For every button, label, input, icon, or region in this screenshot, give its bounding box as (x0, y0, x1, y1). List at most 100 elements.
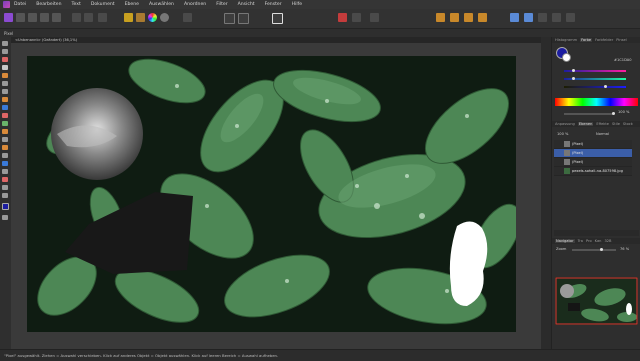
flip-horizontal-icon[interactable] (538, 13, 547, 22)
move-tool-icon[interactable] (84, 13, 93, 22)
view-tool-icon[interactable] (2, 49, 8, 54)
tab-swatches[interactable]: Farbfelder (595, 38, 613, 42)
tab-effects[interactable]: Effekte (596, 122, 609, 126)
menu-ansicht[interactable]: Ansicht (238, 2, 255, 7)
tab-layers[interactable]: Ebenen (577, 122, 594, 126)
snapping-options-icon[interactable] (352, 13, 361, 22)
erase-brush-icon[interactable] (2, 113, 8, 118)
pen-tool-icon[interactable] (2, 169, 8, 174)
menu-datei[interactable]: Datei (14, 2, 26, 7)
navigator-preview[interactable] (555, 277, 638, 325)
transform-icon[interactable] (524, 13, 533, 22)
photo-persona-icon[interactable] (4, 13, 13, 22)
layer-row[interactable]: (Pixel) (554, 140, 632, 149)
menu-filter[interactable]: Filter (216, 2, 227, 7)
arrange-front-icon[interactable] (464, 13, 473, 22)
assistant-icon[interactable] (183, 13, 192, 22)
main-toolbar (0, 9, 640, 29)
tone-mapping-persona-icon[interactable] (40, 13, 49, 22)
tab-channels[interactable]: Kan (595, 239, 602, 243)
arrange-backmost-icon[interactable] (478, 13, 487, 22)
zoom-tool-icon[interactable] (2, 215, 8, 220)
menu-text[interactable]: Text (72, 2, 81, 7)
tab-history[interactable]: Pro (586, 239, 592, 243)
quick-mask-icon[interactable] (272, 13, 283, 24)
primary-color-swatch[interactable] (2, 203, 9, 210)
selection-add-icon[interactable] (238, 13, 249, 24)
rotate-icon[interactable] (566, 13, 575, 22)
text-tool-icon[interactable] (2, 185, 8, 190)
layer-opacity-value[interactable]: 100 % (557, 132, 568, 136)
color-spectrum[interactable] (555, 98, 638, 106)
menu-anordnen[interactable]: Anordnen (184, 2, 206, 7)
blur-brush-icon[interactable] (2, 153, 8, 158)
view-tool-icon[interactable] (72, 13, 81, 22)
tab-navigator[interactable]: Navigator (555, 239, 575, 243)
align-icon[interactable] (510, 13, 519, 22)
history-icon[interactable] (98, 13, 107, 22)
tab-adjustments[interactable]: Anpassung (555, 122, 575, 126)
marquee-tool-icon[interactable] (2, 81, 8, 86)
layer-thumbnail (564, 150, 570, 156)
zoom-label: Zoom (556, 247, 567, 251)
develop-persona-icon[interactable] (28, 13, 37, 22)
color-panel-tabs: Histogramm Farbe Farbfelder Pinsel (552, 37, 640, 43)
red-eye-tool-icon[interactable] (2, 145, 8, 150)
blue-slider[interactable] (554, 82, 639, 91)
auto-colors-icon[interactable] (148, 13, 157, 22)
color-hex-value[interactable]: #1C1DA0 (614, 58, 632, 62)
menu-hilfe[interactable]: Hilfe (292, 2, 302, 7)
selection-mode-icon[interactable] (224, 13, 235, 24)
layer-row[interactable]: (Pixel) (554, 158, 632, 167)
auto-contrast-icon[interactable] (136, 13, 145, 22)
arrange-back-icon[interactable] (436, 13, 445, 22)
document-canvas[interactable] (27, 56, 516, 332)
gradient-tool-icon[interactable] (2, 161, 8, 166)
dodge-brush-icon[interactable] (2, 121, 8, 126)
tab-histogram[interactable]: Histogramm (555, 38, 577, 42)
menu-ebene[interactable]: Ebene (125, 2, 139, 7)
tab-color[interactable]: Farbe (580, 38, 593, 42)
paint-brush-icon[interactable] (2, 97, 8, 102)
layer-row[interactable]: pexels-sohail-na-807598.jpg (554, 167, 632, 176)
auto-white-balance-icon[interactable] (160, 13, 169, 22)
app-logo-icon[interactable] (3, 1, 10, 8)
export-persona-icon[interactable] (52, 13, 61, 22)
right-panel: Histogramm Farbe Farbfelder Pinsel #1C1D… (551, 37, 640, 349)
tab-stock[interactable]: Stock (623, 122, 633, 126)
auto-levels-icon[interactable] (124, 13, 133, 22)
freehand-selection-icon[interactable] (2, 89, 8, 94)
snapping-icon[interactable] (338, 13, 347, 22)
menu-dokument[interactable]: Dokument (91, 2, 115, 7)
fill-tool-icon[interactable] (2, 105, 8, 110)
tab-transform[interactable]: Tra (578, 239, 583, 243)
tab-brushes[interactable]: Pinsel (616, 38, 626, 42)
crop-tool-icon[interactable] (2, 57, 8, 62)
tab-styles[interactable]: Stile (612, 122, 620, 126)
insert-target-icon[interactable] (370, 13, 379, 22)
blend-mode-select[interactable]: Normal (596, 132, 609, 136)
blemish-tool-icon[interactable] (2, 137, 8, 142)
layer-thumbnail (564, 159, 570, 165)
layer-row-selected[interactable]: (Pixel) (554, 149, 632, 158)
flip-vertical-icon[interactable] (552, 13, 561, 22)
shape-tool-icon[interactable] (2, 177, 8, 182)
arrange-forward-icon[interactable] (450, 13, 459, 22)
tab-32bit[interactable]: 32B (604, 239, 611, 243)
zoom-slider[interactable] (572, 248, 616, 251)
color-picker-icon[interactable] (2, 193, 8, 198)
document-tab-bar: <Unbenannt> (Geändert) (36,1%) (11, 37, 541, 43)
menu-fenster[interactable]: Fenster (265, 2, 282, 7)
opacity-slider[interactable]: 100 % (554, 109, 639, 118)
status-bar: "Pixel" ausgewählt. Ziehen = Auswahl ver… (0, 349, 640, 361)
selection-brush-icon[interactable] (2, 65, 8, 70)
document-tab[interactable]: <Unbenannt> (Geändert) (36,1%) (15, 38, 77, 42)
move-tool-icon[interactable] (2, 41, 8, 46)
clone-brush-icon[interactable] (2, 129, 8, 134)
flood-select-icon[interactable] (2, 73, 8, 78)
menu-auswaehlen[interactable]: Auswählen (149, 2, 174, 7)
liquify-persona-icon[interactable] (16, 13, 25, 22)
secondary-color-circle[interactable] (562, 53, 571, 62)
zoom-value[interactable]: 76 % (620, 247, 629, 251)
menu-bearbeiten[interactable]: Bearbeiten (36, 2, 61, 7)
